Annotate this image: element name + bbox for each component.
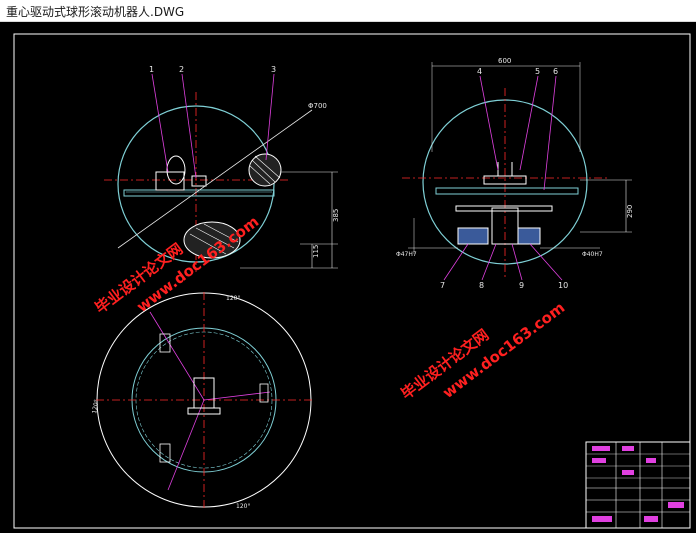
title-cell-c bbox=[622, 446, 634, 451]
watermark-2: 毕业设计论文网 www.doc163.com bbox=[398, 298, 569, 403]
front-counterweight bbox=[248, 153, 282, 187]
plan-angle-top-label: 120° bbox=[226, 295, 240, 302]
plan-angle-bottom-label: 120° bbox=[236, 503, 250, 510]
window-titlebar: 重心驱动式球形滚动机器人.DWG bbox=[0, 0, 696, 22]
part-label-2: 2 bbox=[179, 65, 184, 74]
side-motor-left bbox=[457, 227, 489, 245]
side-fit-left-label: Φ47H7 bbox=[396, 251, 417, 258]
side-width-label: 600 bbox=[498, 57, 511, 65]
side-motor-right bbox=[517, 227, 541, 245]
front-center-block bbox=[191, 175, 207, 187]
title-cell-e bbox=[646, 458, 656, 463]
front-height-1-label: 385 bbox=[332, 209, 340, 222]
side-platform bbox=[435, 187, 579, 195]
title-cell-g bbox=[592, 516, 612, 522]
plan-radial-1 bbox=[149, 311, 205, 401]
part-label-9: 9 bbox=[519, 281, 524, 290]
plan-view: 120° 120° 120° bbox=[91, 292, 312, 510]
watermark-1: 毕业设计论文网 www.doc163.com bbox=[92, 212, 263, 317]
title-cell-b bbox=[592, 458, 606, 463]
part-label-7: 7 bbox=[440, 281, 445, 290]
side-fit-right-label: Φ40H7 bbox=[582, 251, 603, 258]
front-height-2-label: 115 bbox=[312, 245, 320, 258]
side-view: 600 290 Φ47H7 Φ40H7 4 5 6 7 8 9 10 bbox=[396, 57, 634, 290]
drawing-canvas[interactable]: Φ700 385 115 1 2 3 600 290 Φ47H7 Φ40H7 4… bbox=[0, 22, 696, 533]
title-block-frame bbox=[585, 441, 691, 529]
front-diameter-label: Φ700 bbox=[308, 102, 327, 110]
plan-angle-left-label: 120° bbox=[91, 399, 100, 414]
window-title: 重心驱动式球形滚动机器人.DWG bbox=[6, 5, 185, 19]
part-label-5: 5 bbox=[535, 67, 540, 76]
part-label-10: 10 bbox=[558, 281, 568, 290]
part-label-6: 6 bbox=[553, 67, 558, 76]
title-cell-d bbox=[622, 470, 634, 475]
part-label-3: 3 bbox=[271, 65, 276, 74]
part-label-4: 4 bbox=[477, 67, 482, 76]
cad-drawing: Φ700 385 115 1 2 3 600 290 Φ47H7 Φ40H7 4… bbox=[13, 33, 691, 529]
part-label-8: 8 bbox=[479, 281, 484, 290]
title-block bbox=[585, 441, 691, 529]
title-cell-h bbox=[644, 516, 658, 522]
title-cell-a bbox=[592, 446, 610, 451]
title-cell-f bbox=[668, 502, 684, 508]
front-platform bbox=[123, 189, 275, 197]
side-height-label: 290 bbox=[626, 205, 634, 218]
part-label-1: 1 bbox=[149, 65, 154, 74]
